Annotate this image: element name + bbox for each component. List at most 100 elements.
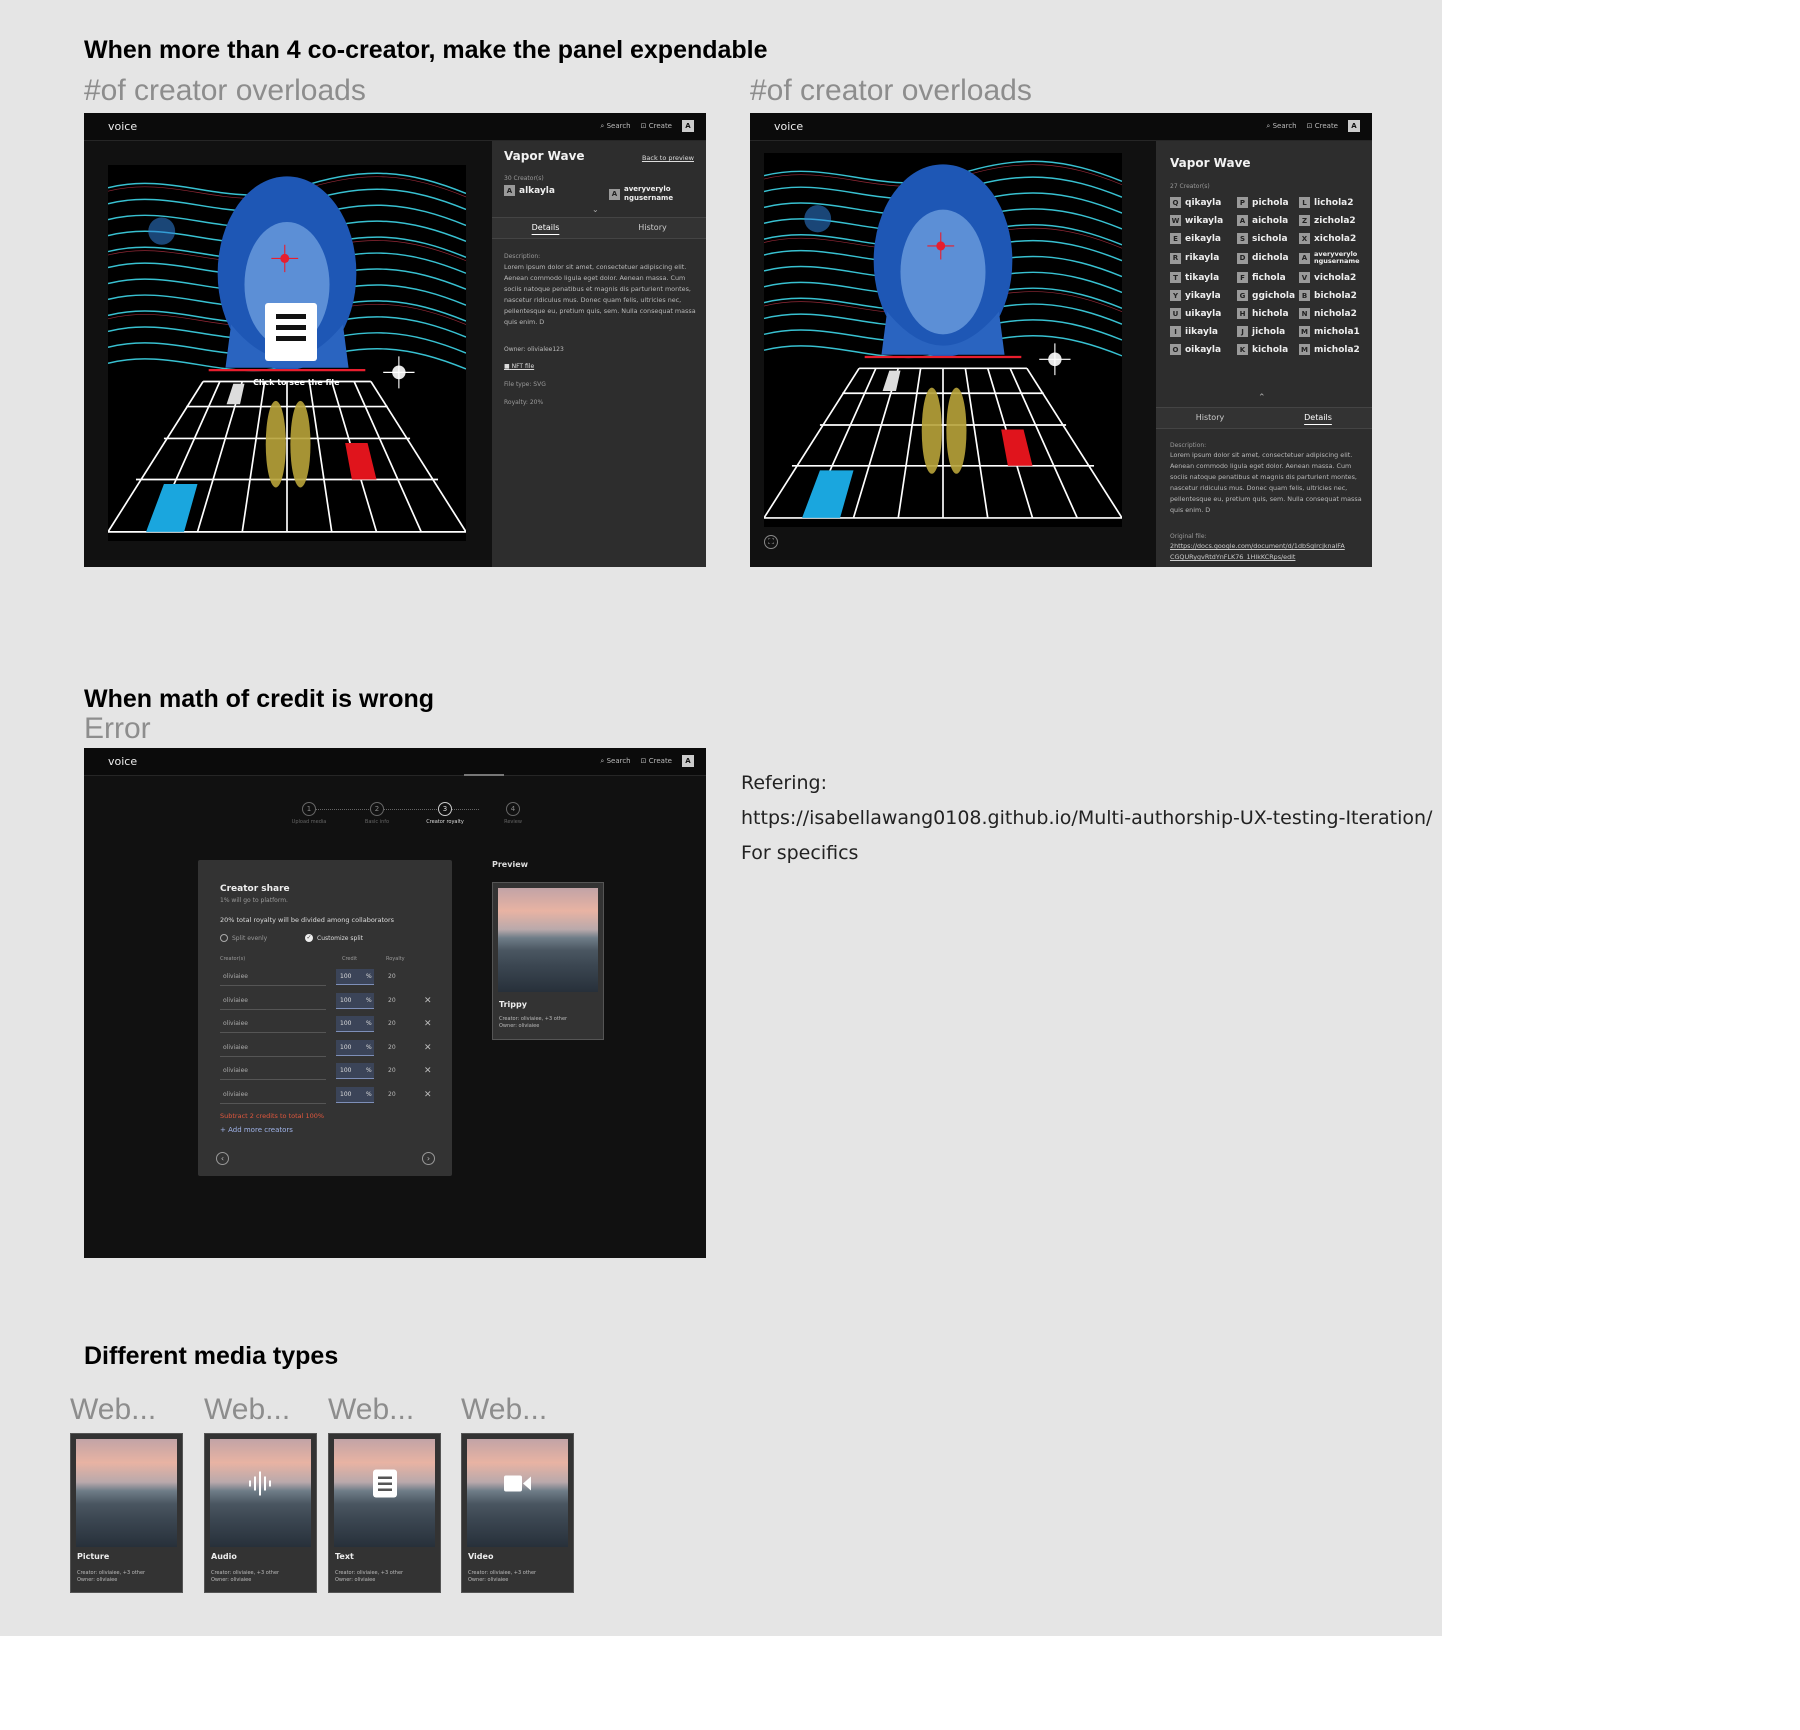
reference-url[interactable]: https://isabellawang0108.github.io/Multi…: [741, 807, 1432, 829]
previous-arrow-icon[interactable]: ‹: [216, 1152, 229, 1165]
nft-file-link[interactable]: ■ NFT file: [504, 363, 534, 370]
radio-customize-split[interactable]: ✓ Customize split: [305, 934, 363, 942]
search-link[interactable]: ⌕ Search: [1266, 122, 1296, 131]
collapse-chevron-icon[interactable]: ⌃: [1258, 393, 1266, 403]
remove-row-icon[interactable]: ✕: [424, 1040, 432, 1056]
search-link[interactable]: ⌕ Search: [600, 757, 630, 766]
expand-chevron-icon[interactable]: ⌄: [592, 205, 599, 214]
avatar[interactable]: A: [1348, 120, 1360, 132]
creator-initial: W: [1170, 215, 1181, 226]
remove-row-icon[interactable]: ✕: [424, 1016, 432, 1032]
tab-details[interactable]: Details: [492, 218, 599, 238]
creator-chip[interactable]: Ffichola: [1237, 272, 1299, 283]
create-link[interactable]: ⊡ Create: [641, 757, 672, 765]
column-header-creators: Creator(s): [220, 956, 246, 962]
media-card-picture[interactable]: Picture Creator: oliviaiee, +3 other Owner…: [70, 1433, 183, 1593]
step-review[interactable]: 4 Review: [478, 802, 548, 825]
media-card-audio[interactable]: Audio Creator: oliviaiee, +3 other Owner: …: [204, 1433, 317, 1593]
app-logo[interactable]: voice: [108, 755, 137, 768]
creator-chip[interactable]: Aalkayla: [504, 185, 555, 196]
screen-collapsed-creators: voice ⌕ Search ⊡ Create A Click to see t…: [84, 113, 706, 567]
preview-card[interactable]: Trippy Creator: oliviaiee, +3 other Owne…: [492, 882, 604, 1040]
creator-chip[interactable]: Xxichola2: [1299, 233, 1369, 244]
creator-name-input[interactable]: oliviaiee: [220, 1039, 326, 1057]
creator-chip[interactable]: Aaveryverylo ngusername: [1299, 251, 1369, 265]
media-card-video[interactable]: Video Creator: oliviaiee, +3 other Owner: …: [461, 1433, 574, 1593]
creator-chip[interactable]: Nnichola2: [1299, 308, 1369, 319]
creator-chip[interactable]: Zzichola2: [1299, 215, 1369, 226]
remove-row-icon[interactable]: ✕: [424, 993, 432, 1009]
creator-chip[interactable]: Jjichola: [1237, 326, 1299, 337]
radio-split-evenly[interactable]: Split evenly: [220, 934, 267, 942]
creator-initial: S: [1237, 233, 1248, 244]
creator-name-input[interactable]: oliviaiee: [220, 992, 326, 1010]
original-file-link[interactable]: 2https://docs.google.com/document/d/1dbS…: [1170, 541, 1362, 563]
creator-chip[interactable]: Aaichola: [1237, 215, 1299, 226]
detail-tabs: Details History: [492, 217, 706, 239]
creator-chip[interactable]: Eeikayla: [1170, 233, 1237, 244]
percent-symbol: %: [366, 1090, 372, 1098]
creator-chip[interactable]: Mmichola2: [1299, 344, 1369, 355]
back-to-preview-link[interactable]: Back to preview: [642, 154, 694, 162]
creator-chip[interactable]: Bbichola2: [1299, 290, 1369, 301]
create-link[interactable]: ⊡ Create: [1307, 122, 1338, 130]
creator-chip[interactable]: Llichola2: [1299, 197, 1369, 208]
step-label: Creator royalty: [426, 819, 464, 825]
creator-chip[interactable]: Ddichola: [1237, 251, 1299, 265]
section-title-media: Different media types: [84, 1342, 339, 1370]
artwork-title: Vapor Wave: [504, 149, 585, 163]
artwork-image[interactable]: [764, 153, 1122, 527]
avatar[interactable]: A: [682, 120, 694, 132]
creator-chip[interactable]: Qqikayla: [1170, 197, 1237, 208]
step-creator-royalty[interactable]: 3 Creator royalty: [410, 802, 480, 825]
creator-chip[interactable]: Ttikayla: [1170, 272, 1237, 283]
creator-name-input[interactable]: oliviaiee: [220, 1015, 326, 1033]
royalty-value: 20: [388, 1090, 396, 1098]
avatar[interactable]: A: [682, 755, 694, 767]
creator-chip[interactable]: Wwikayla: [1170, 215, 1237, 226]
section-title-error: When math of credit is wrong: [84, 685, 435, 713]
radio-empty-icon: [220, 934, 228, 942]
remove-row-icon[interactable]: ✕: [424, 1087, 432, 1103]
media-card-text[interactable]: Text Creator: oliviaiee, +3 other Owner: o…: [328, 1433, 441, 1593]
creator-chip[interactable]: Yyikayla: [1170, 290, 1237, 301]
creator-chip[interactable]: Hhichola: [1237, 308, 1299, 319]
tab-history[interactable]: History: [1156, 408, 1264, 428]
creator-chip[interactable]: Mmichola1: [1299, 326, 1369, 337]
app-logo[interactable]: voice: [774, 120, 803, 133]
creator-name: lichola2: [1314, 197, 1354, 208]
creator-chip[interactable]: Gggichola: [1237, 290, 1299, 301]
creator-name-input[interactable]: oliviaiee: [220, 1086, 326, 1104]
creator-name-input[interactable]: oliviaiee: [220, 968, 326, 986]
tab-details[interactable]: Details: [1264, 408, 1372, 428]
creator-chip[interactable]: Kkichola: [1237, 344, 1299, 355]
description-text: Lorem ipsum dolor sit amet, consectetuer…: [504, 263, 696, 326]
next-arrow-icon[interactable]: ›: [422, 1152, 435, 1165]
file-overlay-button[interactable]: [265, 303, 317, 361]
tab-history[interactable]: History: [599, 218, 706, 238]
step-upload-media[interactable]: 1 Upload media: [274, 802, 344, 825]
add-more-creators-link[interactable]: + Add more creators: [220, 1126, 293, 1134]
creator-chip[interactable]: Vvichola2: [1299, 272, 1369, 283]
fullscreen-icon[interactable]: ⛶: [764, 535, 778, 549]
create-link[interactable]: ⊡ Create: [641, 122, 672, 130]
artwork-image[interactable]: Click to see the file: [108, 165, 466, 541]
preview-creator: Creator: oliviaiee, +3 other: [499, 1016, 568, 1022]
step-basic-info[interactable]: 2 Basic info: [342, 802, 412, 825]
preview-thumbnail: [498, 888, 598, 992]
creator-name: uikayla: [1185, 308, 1222, 319]
remove-row-icon[interactable]: ✕: [424, 1063, 432, 1079]
search-link[interactable]: ⌕ Search: [600, 122, 630, 131]
creator-chip[interactable]: Ssichola: [1237, 233, 1299, 244]
creator-chip[interactable]: Rrikayla: [1170, 251, 1237, 265]
percent-symbol: %: [366, 973, 372, 980]
creator-chip[interactable]: Uuikayla: [1170, 308, 1237, 319]
create-label: Create: [1314, 122, 1338, 130]
creator-chip[interactable]: Iiikayla: [1170, 326, 1237, 337]
creator-chip[interactable]: Ppichola: [1237, 197, 1299, 208]
creator-name-input[interactable]: oliviaiee: [220, 1062, 326, 1080]
creator-chip[interactable]: Ooikayla: [1170, 344, 1237, 355]
creator-chip[interactable]: Aaveryverylo ngusername: [609, 185, 689, 203]
creator-initial: E: [1170, 233, 1181, 244]
app-logo[interactable]: voice: [108, 120, 137, 133]
